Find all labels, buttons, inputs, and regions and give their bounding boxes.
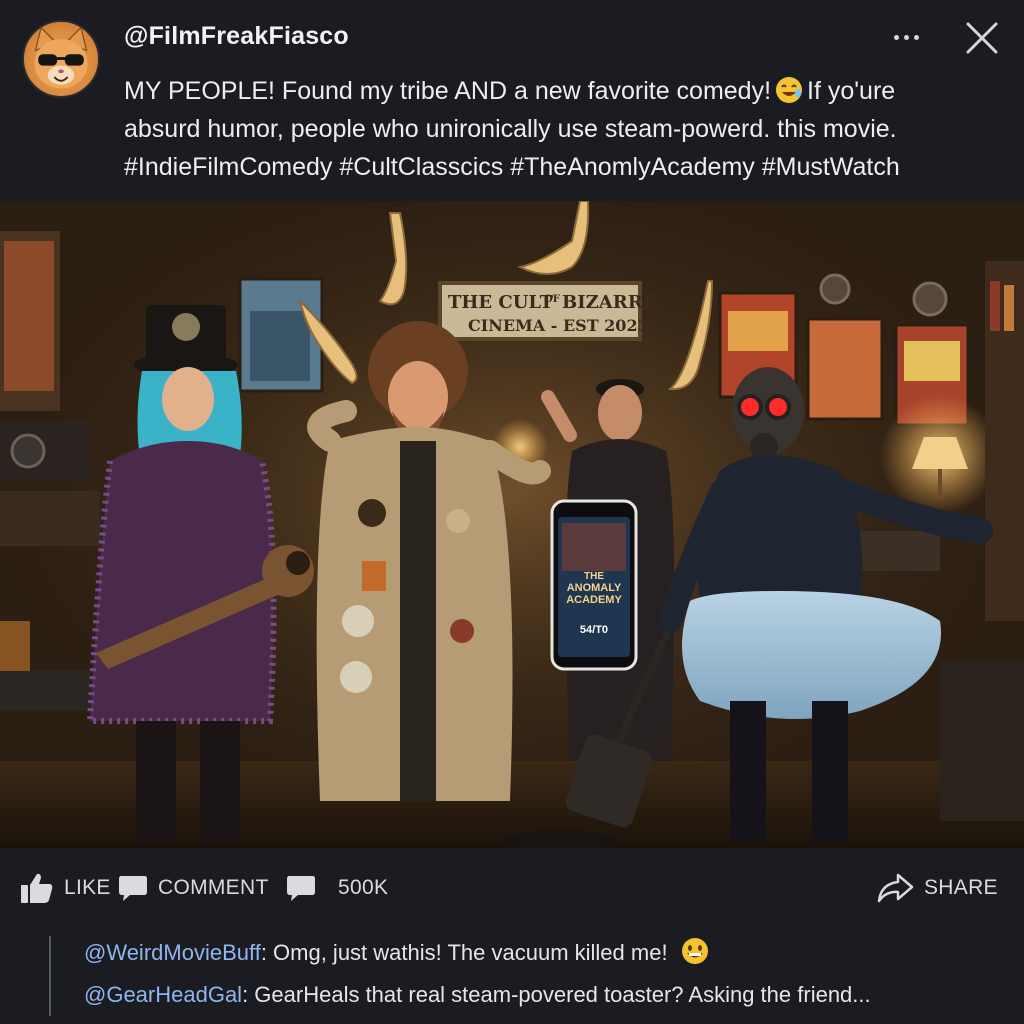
more-dot [913,34,919,40]
post-text-line-1a: MY PEOPLE! Found my tribe AND a new favo… [124,77,772,105]
more-dot [893,34,899,40]
comments-section: @WeirdMovieBuff: Omg, just wathis! The v… [0,930,1024,1024]
phone-title-1: THE [584,571,604,582]
share-label: SHARE [924,876,998,899]
thumbs-up-icon [21,873,53,903]
phone-price: 54/T0 [580,624,608,636]
post-image[interactable]: THE CULT OF BIZARRE CINEMA - EST 2023 TH… [0,201,1024,848]
comment-item: @WeirdMovieBuff: Omg, just wathis! The v… [84,936,713,966]
action-bar: LIKE COMMENT 500K SHARE [0,848,1024,930]
more-options-button[interactable] [884,22,928,52]
post-text-line-2: absurd humor, people who unironically us… [124,115,897,143]
sign-text-1b: BIZARRE [562,292,656,313]
avatar[interactable] [22,20,100,98]
grinning-face-emoji-icon [681,938,708,964]
share-arrow-icon [877,873,914,903]
comment-button[interactable]: COMMENT [118,870,269,906]
comment-label: COMMENT [158,876,269,899]
comment-speech-bubble-icon [119,876,147,901]
more-dot [903,34,909,40]
phone-title-3: ACADEMY [566,594,622,606]
phone-movie-poster: THE ANOMALY ACADEMY 54/T0 [550,499,638,671]
close-icon [966,22,998,54]
comment-author[interactable]: @WeirdMovieBuff [84,940,261,965]
movie-scene-illustration: THE CULT OF BIZARRE CINEMA - EST 2023 TH… [0,201,1024,848]
post-text-line-1b: If yo'ure [807,77,896,105]
cat-avatar-icon [34,26,88,89]
comment-text: : GearHeals that real steam-povered toas… [242,982,871,1007]
comment-count: 500K [338,876,389,899]
comment-item: @GearHeadGal: GearHeals that real steam-… [84,982,871,1008]
count-speech-bubble-icon [287,876,315,901]
post-text-line-1: MY PEOPLE! Found my tribe AND a new favo… [124,72,1004,110]
comment-count-button[interactable]: 500K [286,870,388,906]
sign-text-1: THE CULT [448,292,554,313]
comment-author[interactable]: @GearHeadGal [84,982,242,1007]
comment-thread-line [49,936,51,1016]
laughing-face-emoji-icon [776,77,803,103]
poster-left [4,241,54,391]
share-button[interactable]: SHARE [876,870,998,906]
phone-title-2: ANOMALY [567,582,622,594]
sign-text-of: OF [544,294,560,305]
post-username[interactable]: @FilmFreakFiasco [124,22,349,51]
like-button[interactable]: LIKE [20,870,111,906]
close-button[interactable] [960,18,1004,58]
post-text-line-3[interactable]: #IndieFilmComedy #CultClasscics #TheAnom… [124,148,1004,186]
like-label: LIKE [64,876,111,899]
sign-text-2: CINEMA - EST 2023 [468,316,649,335]
comment-text: : Omg, just wathis! The vacuum killed me… [260,940,668,965]
post-header: @FilmFreakFiasco MY PEOPLE! Found my tri… [0,0,1024,200]
post-body: MY PEOPLE! Found my tribe AND a new favo… [124,72,1004,186]
